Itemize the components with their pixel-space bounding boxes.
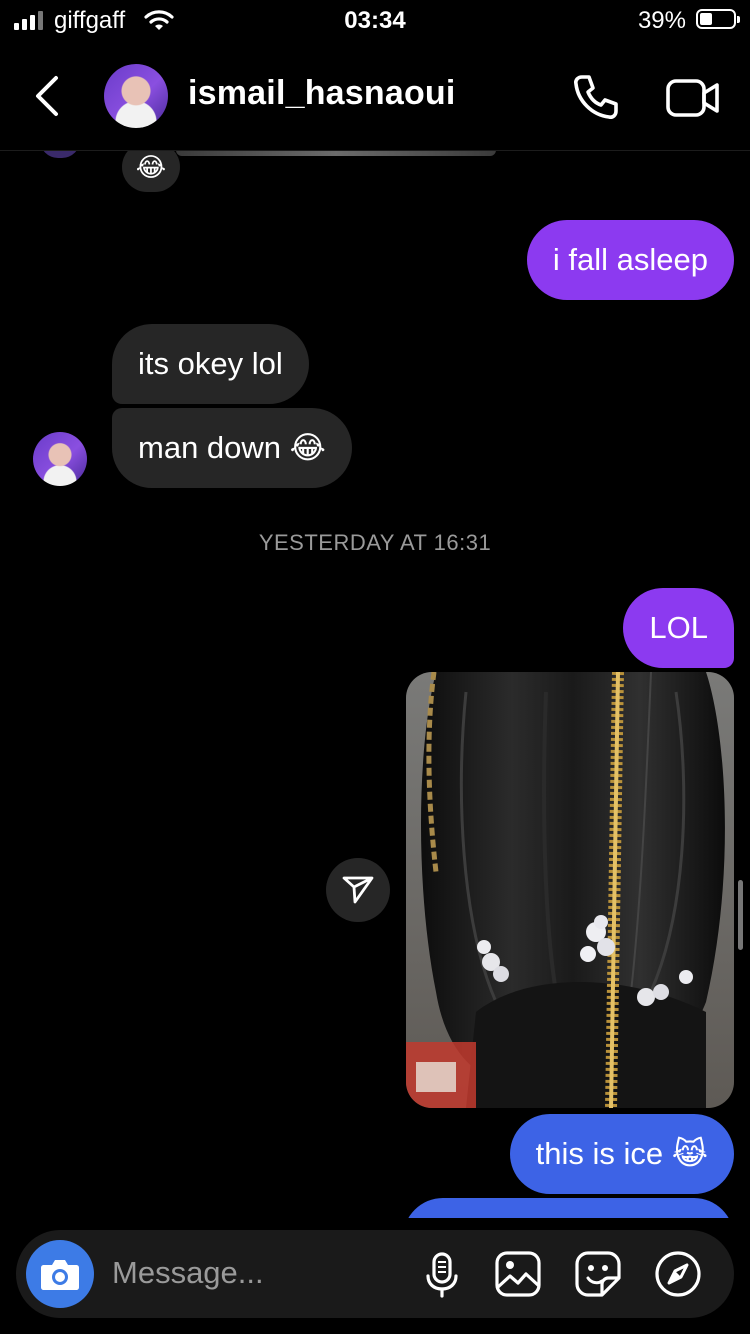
message-composer[interactable]: Message... xyxy=(16,1230,734,1318)
outgoing-message[interactable]: LOL xyxy=(623,588,734,668)
outgoing-message[interactable]: i fall asleep xyxy=(526,220,734,300)
status-bar: giffgaff 03:34 39% xyxy=(0,0,750,44)
shared-photo[interactable] xyxy=(406,672,734,1108)
battery-icon xyxy=(696,9,740,29)
contact-avatar-small xyxy=(40,150,80,158)
video-camera-icon[interactable] xyxy=(666,78,720,118)
incoming-message[interactable]: man down 😂 xyxy=(112,408,352,488)
phone-icon[interactable] xyxy=(570,72,620,122)
share-button[interactable] xyxy=(326,858,390,922)
camera-button[interactable] xyxy=(26,1240,94,1308)
outgoing-message[interactable]: this is ice 😹 xyxy=(509,1114,734,1194)
contact-avatar-small[interactable] xyxy=(33,432,87,486)
sticker-icon[interactable] xyxy=(574,1250,622,1298)
message-reaction[interactable]: 😂 xyxy=(122,150,180,192)
back-chevron-icon[interactable] xyxy=(30,74,70,118)
microphone-icon[interactable] xyxy=(418,1250,466,1298)
send-share-icon xyxy=(342,876,374,904)
contact-username[interactable]: ismail_hasnaoui xyxy=(188,74,456,113)
contact-avatar[interactable] xyxy=(104,64,168,128)
message-input[interactable]: Message... xyxy=(112,1255,264,1291)
timestamp-divider: YESTERDAY AT 16:31 xyxy=(258,530,492,555)
handbag-photo-image xyxy=(406,672,734,1108)
camera-icon xyxy=(41,1260,79,1290)
explore-compass-icon[interactable] xyxy=(654,1250,702,1298)
chat-header: ismail_hasnaoui xyxy=(0,44,750,151)
message-thread[interactable]: 😂 i fall asleep its okey lol man down 😂 … xyxy=(0,150,750,1334)
gallery-icon[interactable] xyxy=(494,1250,542,1298)
battery-percentage: 39% xyxy=(637,7,686,34)
incoming-message[interactable]: its okey lol xyxy=(112,324,309,404)
scrollbar[interactable] xyxy=(738,880,743,950)
